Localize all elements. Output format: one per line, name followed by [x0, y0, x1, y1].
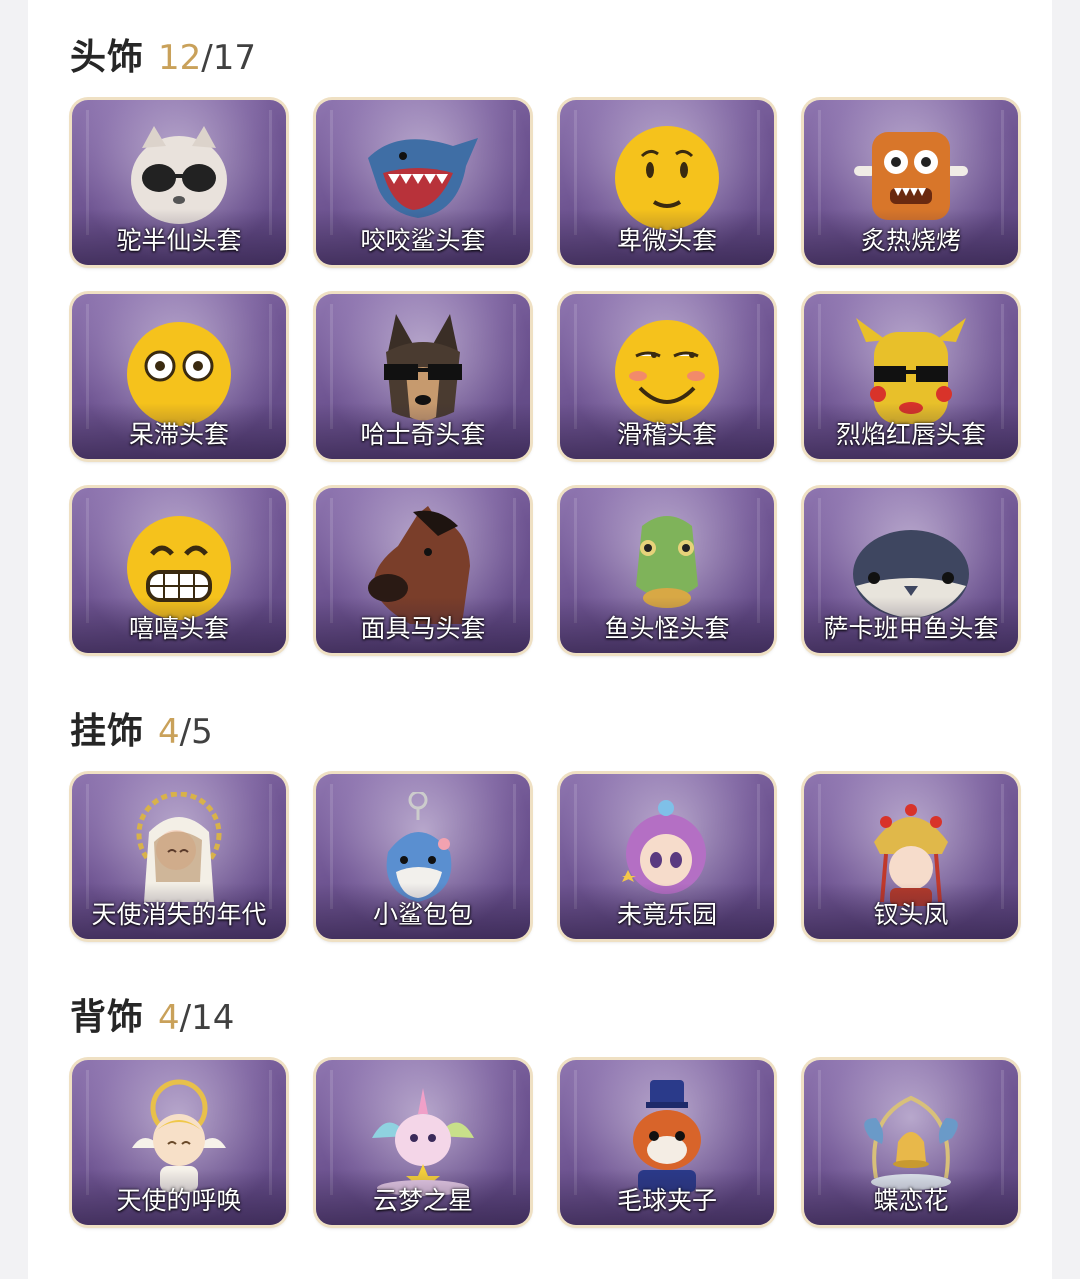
item-name: 天使消失的年代 — [91, 900, 267, 929]
angel-boy-back-icon — [132, 1079, 226, 1192]
item-card[interactable]: 面具马头套 — [316, 488, 530, 653]
item-card[interactable]: 滑稽头套 — [560, 294, 774, 459]
item-name: 嘻嘻头套 — [128, 614, 229, 643]
item-card[interactable]: 烈焰红唇头套 — [804, 294, 1018, 459]
item-name: 呆滞头套 — [128, 420, 229, 449]
count-separator: / — [179, 712, 192, 752]
item-card[interactable]: 驼半仙头套 — [72, 100, 286, 265]
item-name: 未竟乐园 — [616, 900, 717, 929]
purple-hair-girl-pendant-icon — [622, 800, 706, 894]
count-separator: / — [179, 998, 192, 1038]
section-title: 头饰 12 / 17 — [70, 28, 256, 78]
item-name: 驼半仙头套 — [116, 226, 242, 255]
phoenix-crown-pendant-icon — [874, 804, 948, 906]
item-name: 烈焰红唇头套 — [835, 420, 986, 449]
worried-emoji-mask-icon — [615, 126, 719, 230]
section-name: 背饰 — [70, 997, 145, 1038]
red-panda-back-icon — [633, 1080, 701, 1192]
item-card[interactable]: 未竟乐园 — [560, 774, 774, 939]
section-title: 挂饰 4 / 5 — [70, 702, 213, 752]
item-card[interactable]: 哈士奇头套 — [316, 294, 530, 459]
item-card[interactable]: 小鲨包包 — [316, 774, 530, 939]
item-card[interactable]: 呆滞头套 — [72, 294, 286, 459]
whale-fish-mask-icon — [853, 530, 969, 618]
item-card[interactable]: 天使的呼唤 — [72, 1060, 286, 1225]
item-card[interactable]: 云梦之星 — [316, 1060, 530, 1225]
item-name: 小鲨包包 — [372, 900, 473, 929]
item-card[interactable]: 天使消失的年代 — [72, 774, 286, 939]
item-name: 萨卡班甲鱼头套 — [823, 614, 999, 643]
grin-emoji-mask-icon — [127, 516, 231, 620]
section-title: 背饰 4 / 14 — [70, 988, 234, 1038]
fish-head-mask-icon — [636, 516, 698, 608]
item-name: 滑稽头套 — [616, 420, 717, 449]
husky-sunglasses-mask-icon — [384, 314, 462, 421]
horse-mask-icon — [368, 506, 470, 624]
dazed-emoji-mask-icon — [127, 322, 231, 426]
angel-girl-pendant-icon — [136, 792, 222, 902]
item-name: 云梦之星 — [372, 1186, 473, 1215]
item-name: 钗头凤 — [873, 900, 949, 929]
total-count: 17 — [212, 38, 257, 78]
item-card[interactable]: 蝶恋花 — [804, 1060, 1018, 1225]
count-separator: / — [201, 38, 213, 78]
item-card[interactable]: 萨卡班甲鱼头套 — [804, 488, 1018, 653]
total-count: 14 — [191, 998, 235, 1038]
yellow-creature-sunglasses-mask-icon — [856, 318, 966, 424]
item-name: 咬咬鲨头套 — [360, 226, 486, 255]
item-card[interactable]: 卑微头套 — [560, 100, 774, 265]
item-card[interactable]: 嘻嘻头套 — [72, 488, 286, 653]
raccoon-sunglasses-mask-icon — [131, 126, 227, 224]
shark-mask-icon — [368, 138, 478, 218]
item-name: 毛球夹子 — [616, 1186, 717, 1215]
item-name: 哈士奇头套 — [360, 420, 486, 449]
item-name: 炙热烧烤 — [860, 226, 961, 255]
item-name: 鱼头怪头套 — [604, 614, 730, 643]
item-card[interactable]: 毛球夹子 — [560, 1060, 774, 1225]
funny-emoji-mask-icon — [615, 320, 719, 424]
owned-count: 12 — [158, 38, 202, 78]
item-name: 面具马头套 — [360, 614, 486, 643]
item-card[interactable]: 炙热烧烤 — [804, 100, 1018, 265]
section-name: 头饰 — [70, 37, 145, 78]
item-card[interactable]: 鱼头怪头套 — [560, 488, 774, 653]
item-name: 卑微头套 — [616, 226, 717, 255]
owned-count: 4 — [158, 998, 180, 1038]
unicorn-star-back-icon — [372, 1088, 474, 1196]
bbq-meat-mask-icon — [854, 132, 968, 220]
item-name: 蝶恋花 — [873, 1186, 949, 1215]
butterfly-bell-back-icon — [864, 1095, 958, 1190]
item-name: 天使的呼唤 — [116, 1186, 242, 1215]
item-card[interactable]: 钗头凤 — [804, 774, 1018, 939]
shark-bag-pendant-icon — [386, 792, 452, 902]
total-count: 5 — [191, 712, 213, 752]
item-card[interactable]: 咬咬鲨头套 — [316, 100, 530, 265]
owned-count: 4 — [158, 712, 180, 752]
collection-panel: 头饰 12 / 17 驼半仙头套 咬咬鲨头套 卑微头套 炙热烧烤 呆滞头套 哈士… — [28, 0, 1052, 1279]
section-name: 挂饰 — [70, 711, 145, 752]
